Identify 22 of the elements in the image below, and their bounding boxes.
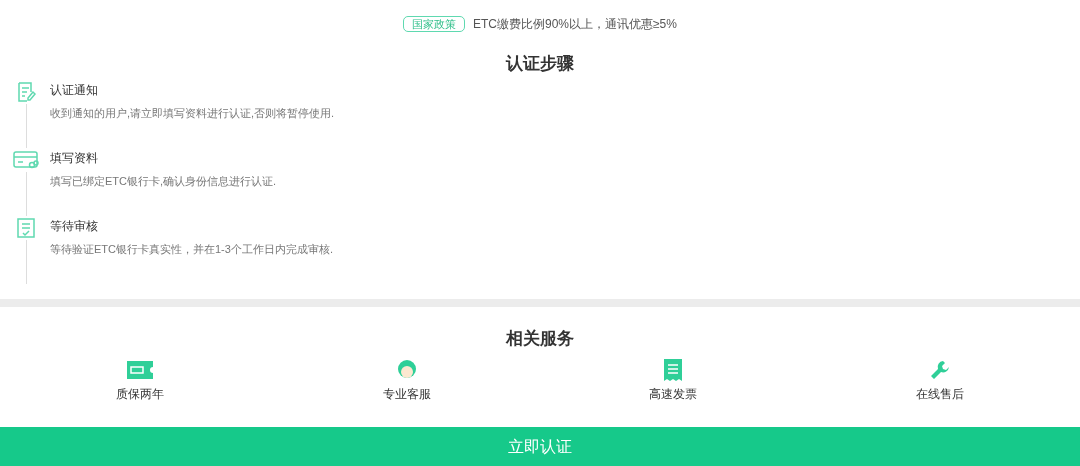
wrench-icon <box>929 360 950 380</box>
service-label: 专业客服 <box>382 386 431 403</box>
step-description: 填写已绑定ETC银行卡,确认身份信息进行认证. <box>50 174 277 188</box>
service-label: 质保两年 <box>116 386 164 403</box>
service-label: 在线售后 <box>915 386 964 403</box>
checklist-icon <box>16 217 36 239</box>
service-label: 高速发票 <box>649 386 698 403</box>
note-icon <box>15 81 37 103</box>
step-title: 认证通知 <box>50 82 99 98</box>
person-icon <box>396 359 417 381</box>
section-title: 相关服务 <box>504 328 575 350</box>
step-description: 收到通知的用户,请立即填写资料进行认证,否则将暂停使用. <box>50 106 335 120</box>
section-title: 认证步骤 <box>504 53 575 75</box>
step-description: 等待验证ETC银行卡真实性，并在1-3个工作日内完成审核. <box>50 242 333 256</box>
card-icon <box>13 150 39 170</box>
step-title: 等待审核 <box>50 218 99 234</box>
ticket-icon <box>127 361 153 379</box>
submit-button[interactable]: 立即认证 <box>0 427 1080 466</box>
receipt-icon <box>664 359 683 381</box>
policy-badge: 国家政策 <box>403 15 465 32</box>
banner-text: ETC缴费比例90%以上，通讯优惠≥5% <box>473 15 677 33</box>
step-title: 填写资料 <box>50 150 99 166</box>
